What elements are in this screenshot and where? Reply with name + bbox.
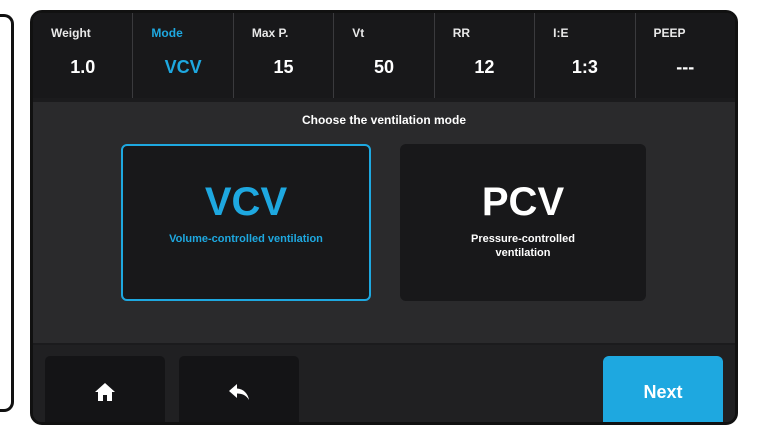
mode-prompt: Choose the ventilation mode [301,113,466,127]
parameter-header: Weight 1.0 Mode VCV Max P. 15 Vt 50 RR 1… [33,13,735,98]
param-value: 12 [474,57,495,77]
param-value: VCV [164,57,202,77]
param-value: 50 [373,57,394,77]
param-value: 1:3 [571,57,598,77]
back-button[interactable] [179,356,299,422]
adjacent-panel-edge [0,14,14,412]
param-respiratory-rate[interactable]: RR 12 [435,13,536,98]
param-ie-ratio[interactable]: I:E 1:3 [535,13,636,98]
ventilator-screen: Weight 1.0 Mode VCV Max P. 15 Vt 50 RR 1… [30,10,738,425]
param-label: Weight [51,26,91,40]
param-weight[interactable]: Weight 1.0 [33,13,134,98]
param-value: 1.0 [70,57,96,77]
param-max-pressure[interactable]: Max P. 15 [234,13,335,98]
back-arrow-icon [229,384,249,400]
home-button[interactable] [45,356,165,422]
param-peep[interactable]: PEEP --- [636,13,735,98]
mode-description: Volume-controlled ventilation [169,233,323,245]
param-label: RR [452,26,471,40]
param-label: Vt [352,26,365,40]
home-icon [95,383,115,401]
header-divider [33,98,735,102]
param-tidal-volume[interactable]: Vt 50 [334,13,435,98]
next-button[interactable]: Next [603,356,723,422]
param-label: I:E [553,26,569,40]
param-value: 15 [273,57,294,77]
mode-description: Pressure-controlled ventilation [471,233,575,259]
param-label: PEEP [653,26,686,40]
param-mode[interactable]: Mode VCV [133,13,234,98]
param-label: Max P. [251,26,289,40]
mode-abbreviation: PCV [481,180,565,224]
mode-abbreviation: VCV [204,180,288,224]
param-label: Mode [151,26,183,40]
mode-option-pcv[interactable]: PCV Pressure-controlled ventilation [400,144,646,301]
mode-option-vcv[interactable]: VCV Volume-controlled ventilation [121,144,371,301]
param-value: --- [676,57,695,77]
